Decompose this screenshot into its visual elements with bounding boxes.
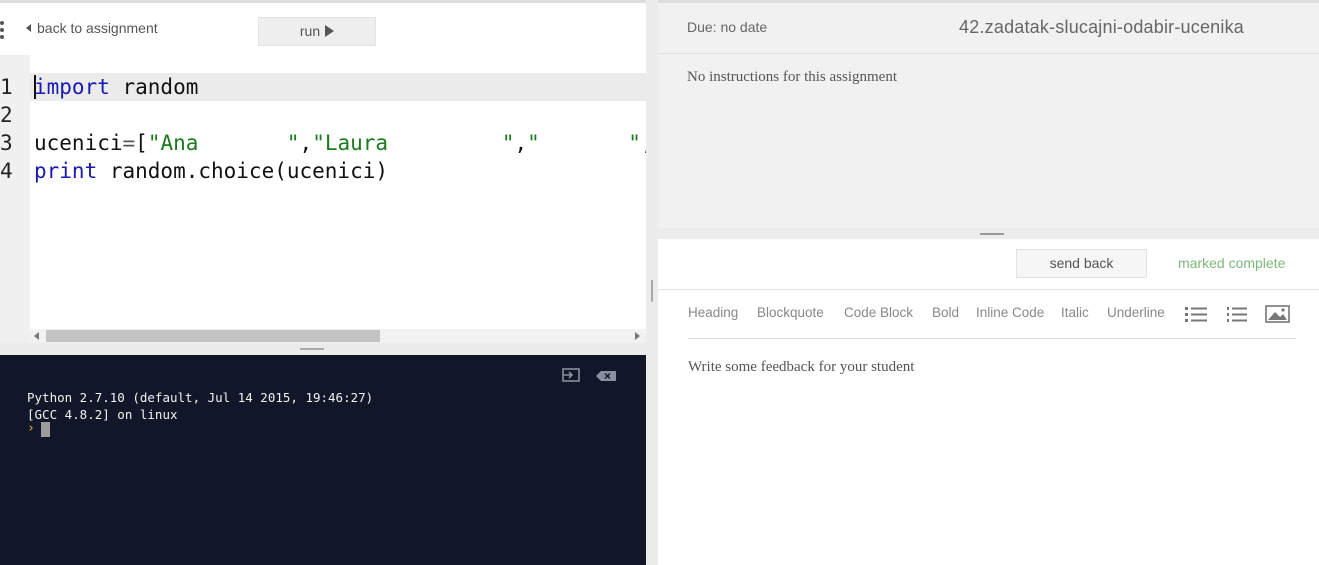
code-line-4[interactable]: print random.choice(ucenici) [34, 157, 388, 185]
status-label: marked complete [1178, 255, 1286, 271]
divider [658, 53, 1319, 54]
numbered-list-icon[interactable] [1226, 305, 1248, 323]
gutter-footer [0, 329, 30, 343]
terminal-output-line: [GCC 4.8.2] on linux [27, 407, 178, 422]
assignment-title: 42.zadatak-slucajni-odabir-ucenika [959, 17, 1244, 37]
code-text: , [514, 131, 528, 155]
code-text: random.choice(ucenici) [97, 159, 389, 183]
drag-handle-icon [651, 280, 653, 302]
bulleted-list-icon[interactable] [1184, 305, 1208, 323]
image-icon[interactable] [1265, 305, 1290, 323]
scroll-right-icon[interactable] [635, 332, 640, 340]
code-text: [ [135, 131, 148, 155]
string-literal: " " [527, 131, 641, 155]
drag-handle-icon [300, 348, 324, 350]
toolbar-heading-button[interactable]: Heading [688, 305, 738, 320]
prompt-icon: › [27, 421, 35, 436]
toolbar-code-block-button[interactable]: Code Block [844, 305, 913, 320]
line-number: 3 [0, 131, 13, 155]
editor-terminal-splitter[interactable] [0, 343, 646, 355]
toolbar-blockquote-button[interactable]: Blockquote [757, 305, 824, 320]
feedback-textarea[interactable]: Write some feedback for your student [688, 359, 1288, 539]
scroll-left-icon[interactable] [34, 332, 39, 340]
horizontal-scrollbar[interactable] [30, 329, 646, 343]
right-splitter[interactable] [658, 228, 1319, 239]
line-number: 4 [0, 159, 13, 183]
code-text: random [109, 75, 199, 99]
editor-topbar: back to assignment run [0, 0, 646, 55]
back-link-label: back to assignment [37, 20, 158, 36]
menu-dots-icon[interactable] [0, 21, 6, 41]
divider [658, 289, 1319, 290]
terminal-output-line: Python 2.7.10 (default, Jul 14 2015, 19:… [27, 390, 374, 405]
play-icon [325, 25, 335, 37]
code-text: ucenici [34, 131, 123, 155]
vertical-splitter[interactable] [646, 0, 658, 565]
assignment-panel: Due: no date 42.zadatak-slucajni-odabir-… [658, 0, 1319, 228]
scrollbar-thumb[interactable] [46, 330, 380, 342]
run-button-label: run [299, 23, 321, 39]
divider [688, 338, 1296, 339]
line-number: 1 [0, 75, 13, 99]
toolbar-underline-button[interactable]: Underline [1107, 305, 1165, 320]
code-text: , [299, 131, 313, 155]
code-editor[interactable]: 1 2 3 4 import random ucenici=["Ana ","L… [0, 55, 646, 329]
feedback-panel: send back marked complete Heading Blockq… [658, 239, 1319, 565]
text-cursor [34, 75, 36, 99]
clear-console-icon[interactable] [596, 371, 616, 381]
caret-left-icon [26, 24, 31, 32]
string-literal: "Ana " [147, 131, 300, 155]
keyword: print [34, 159, 98, 183]
operator: = [122, 131, 136, 155]
terminal-cursor [41, 422, 50, 437]
keyword: import [34, 75, 110, 99]
toolbar-inline-code-button[interactable]: Inline Code [976, 305, 1044, 320]
due-date: Due: no date [687, 19, 768, 35]
terminal-console[interactable]: Python 2.7.10 (default, Jul 14 2015, 19:… [0, 355, 646, 565]
code-line-3[interactable]: ucenici=["Ana ","Laura "," "," [34, 129, 646, 157]
editor-toolbar: Heading Blockquote Code Block Bold Inlin… [688, 305, 1298, 325]
send-back-button[interactable]: send back [1016, 249, 1147, 278]
line-number: 2 [0, 103, 13, 127]
back-to-assignment-link[interactable]: back to assignment [26, 20, 158, 36]
string-literal: "Laura " [312, 131, 515, 155]
code-line-1[interactable]: import random [34, 73, 198, 101]
run-button[interactable]: run [258, 17, 376, 46]
drag-handle-icon [980, 233, 1004, 235]
toolbar-italic-button[interactable]: Italic [1061, 305, 1089, 320]
exit-console-icon[interactable] [562, 368, 580, 382]
assignment-instructions: No instructions for this assignment [687, 69, 897, 85]
toolbar-bold-button[interactable]: Bold [932, 305, 959, 320]
